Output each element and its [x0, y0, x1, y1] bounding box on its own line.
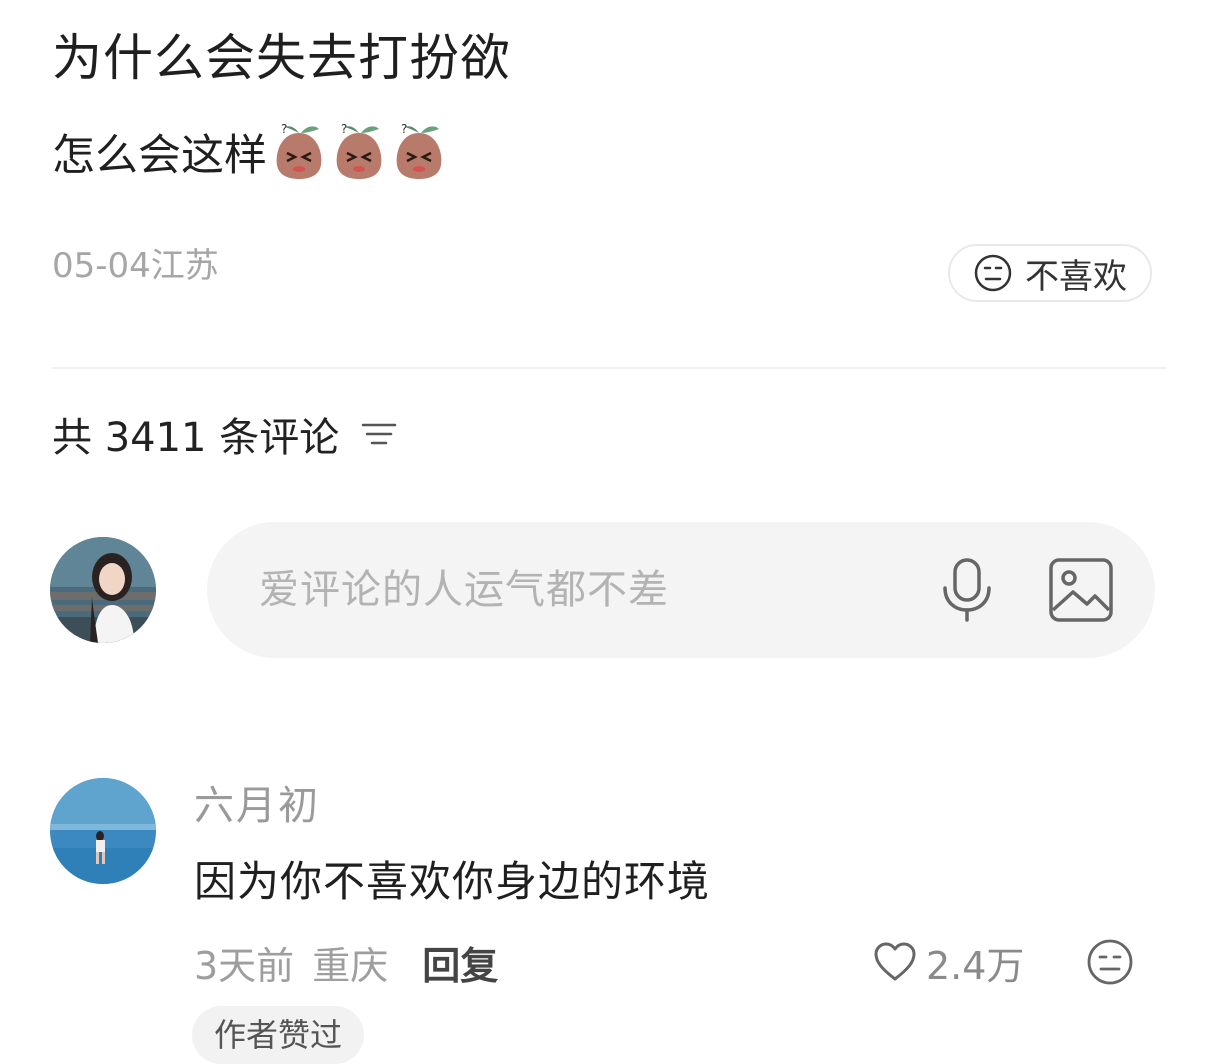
svg-text:?: ?	[281, 123, 287, 136]
sweating-peach-emoji-icon: ?	[336, 123, 382, 179]
post-dislike-button[interactable]: 不喜欢	[948, 244, 1152, 302]
reply-button[interactable]: 回复	[422, 935, 498, 990]
comment-location: 重庆	[312, 943, 389, 988]
comment-input[interactable]: 爱评论的人运气都不差	[207, 522, 1155, 658]
sweating-peach-emoji-icon: ?	[396, 123, 442, 179]
divider	[52, 367, 1166, 369]
commenter-avatar[interactable]	[50, 778, 156, 884]
comment-text: 因为你不喜欢你身边的环境	[194, 857, 711, 906]
post-body: 怎么会这样 ? ? ?	[52, 120, 447, 184]
comment-time: 3天前	[194, 943, 295, 988]
image-upload-icon[interactable]	[1047, 556, 1115, 624]
post-title: 为什么会失去打扮欲	[52, 29, 511, 87]
post-date-location: 05-04江苏	[52, 246, 219, 286]
like-count: 2.4万	[926, 943, 1025, 988]
author-liked-badge: 作者赞过	[192, 1006, 365, 1064]
post-body-text: 怎么会这样	[52, 131, 267, 181]
svg-text:?: ?	[341, 123, 347, 136]
heart-icon	[874, 942, 916, 981]
comment-count: 共 3411 条评论	[52, 415, 340, 461]
comment-author[interactable]: 六月初	[194, 778, 320, 834]
svg-text:?: ?	[401, 123, 407, 136]
comments-header: 共 3411 条评论	[52, 404, 399, 464]
comment-input-placeholder: 爱评论的人运气都不差	[259, 567, 669, 613]
neutral-face-icon	[974, 254, 1012, 292]
dislike-label: 不喜欢	[1025, 256, 1127, 297]
sort-icon[interactable]	[359, 416, 399, 452]
comment-meta: 3天前 重庆 回复	[194, 934, 498, 990]
sweating-peach-emoji-icon: ?	[276, 123, 322, 179]
comment-dislike-icon[interactable]	[1086, 938, 1134, 986]
my-avatar[interactable]	[50, 537, 156, 643]
microphone-icon[interactable]	[937, 556, 997, 624]
like-button[interactable]: 2.4万	[872, 934, 1024, 990]
